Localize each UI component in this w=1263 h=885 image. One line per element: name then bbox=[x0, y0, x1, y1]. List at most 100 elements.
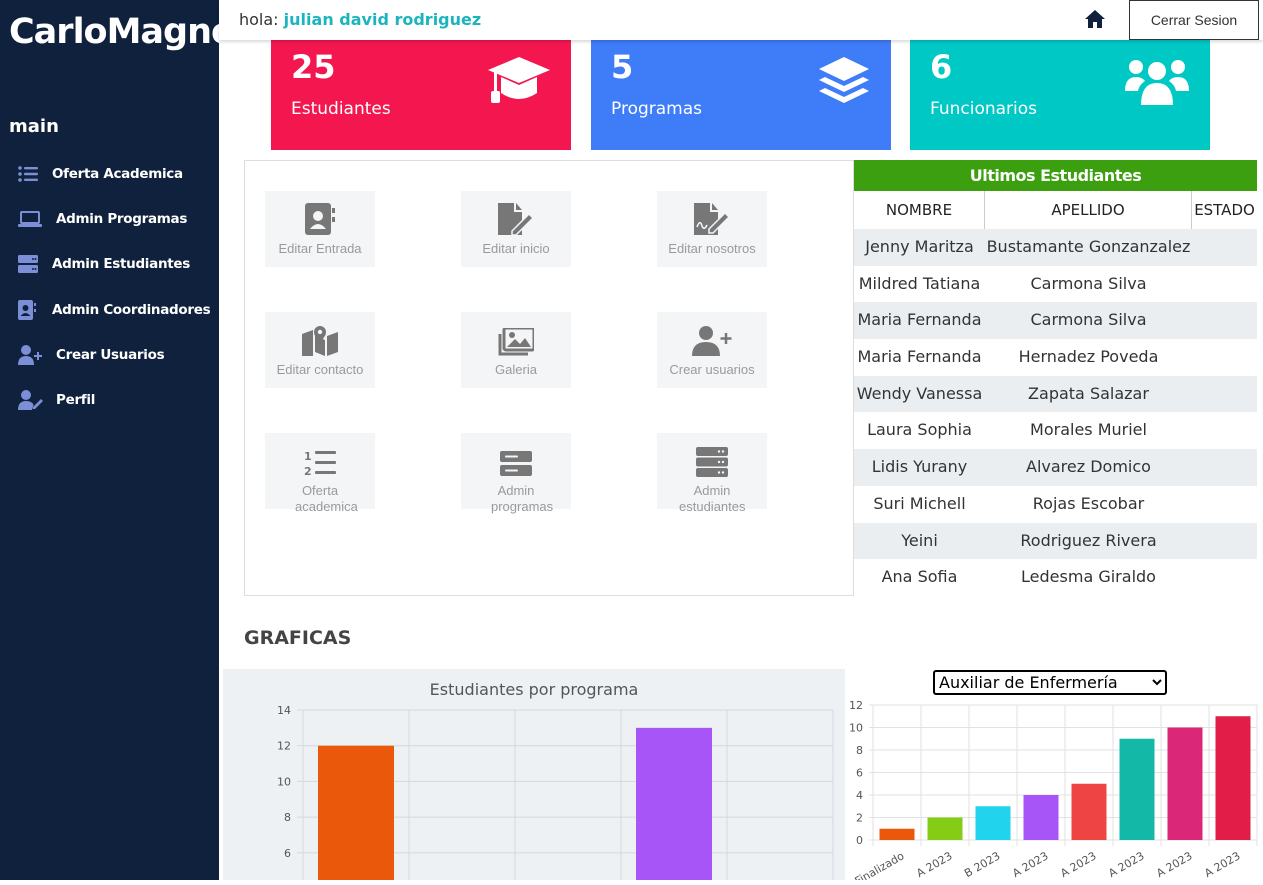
server-icon bbox=[18, 254, 44, 274]
x-tick-label: A 2023 bbox=[914, 849, 954, 880]
chart-title: Estudiantes por programa bbox=[430, 680, 639, 699]
y-tick-label: 0 bbox=[856, 834, 863, 847]
section-title-graficas: GRAFICAS bbox=[244, 627, 352, 649]
cell-apellido: Ledesma Giraldo bbox=[1021, 567, 1156, 587]
stat-label: Estudiantes bbox=[291, 99, 391, 119]
cell-apellido: Carmona Silva bbox=[1030, 273, 1147, 293]
stat-label: Programas bbox=[611, 99, 703, 119]
bar bbox=[1119, 738, 1155, 840]
greeting-label: hola: bbox=[239, 10, 279, 29]
cell-apellido: Zapata Salazar bbox=[1028, 383, 1149, 403]
tile-oferta-academica[interactable]: 12 Oferta academica bbox=[265, 433, 375, 514]
bar-chart: 024681012Finalizado A 2023 B 2023 A 2023 A 2… bbox=[849, 699, 1258, 885]
sidebar-item-oferta-academica[interactable]: Oferta Academica bbox=[18, 161, 183, 187]
tile-editar-inicio[interactable]: Editar inicio bbox=[461, 191, 571, 267]
program-select[interactable]: Auxiliar de Enfermería bbox=[933, 670, 1167, 695]
sidebar-item-label: Perfil bbox=[56, 392, 96, 408]
cell-apellido: Rodriguez Rivera bbox=[1020, 530, 1157, 550]
bar bbox=[927, 817, 963, 840]
y-tick-label: 12 bbox=[277, 740, 291, 753]
tile-label: Admin programas bbox=[491, 483, 554, 514]
map-marker-icon bbox=[265, 312, 375, 356]
cell-apellido: Rojas Escobar bbox=[1032, 493, 1145, 513]
users-icon bbox=[1124, 55, 1190, 112]
tile-label: Editar contacto bbox=[276, 362, 364, 377]
y-tick-label: 8 bbox=[284, 811, 291, 824]
address-book-icon bbox=[18, 300, 44, 320]
x-tick-label: B 2023 bbox=[962, 849, 1002, 880]
tile-galeria[interactable]: Galeria bbox=[461, 312, 571, 388]
stat-card-programas[interactable]: 5 Programas bbox=[591, 40, 891, 150]
sidebar-item-perfil[interactable]: Perfil bbox=[18, 387, 95, 413]
tile-editar-entrada[interactable]: Editar Entrada bbox=[265, 191, 375, 267]
bar bbox=[1215, 716, 1251, 840]
quick-actions-panel: Editar Entrada Editar inicio Editar noso… bbox=[244, 160, 854, 596]
column-header-apellido[interactable]: APELLIDO bbox=[985, 191, 1192, 229]
brand-logo[interactable]: CarloMagno bbox=[9, 12, 235, 52]
y-tick-label: 12 bbox=[849, 699, 863, 712]
bar bbox=[1167, 727, 1203, 840]
bar bbox=[318, 745, 394, 880]
x-tick-label: A 2023 bbox=[1106, 849, 1146, 880]
table-row: Suri Michell Rojas Escobar bbox=[854, 486, 1257, 523]
user-edit-icon bbox=[18, 390, 44, 410]
sidebar-item-admin-coordinadores[interactable]: Admin Coordinadores bbox=[18, 297, 211, 323]
server-icon bbox=[657, 433, 767, 477]
tile-editar-contacto[interactable]: Editar contacto bbox=[265, 312, 375, 388]
sidebar-item-crear-usuarios[interactable]: Crear Usuarios bbox=[18, 342, 165, 368]
sidebar-item-admin-programas[interactable]: Admin Programas bbox=[18, 206, 187, 232]
cell-nombre: Mildred Tatiana bbox=[858, 273, 981, 293]
tile-label: Oferta academica bbox=[295, 483, 358, 514]
table-row: Jenny Maritza Bustamante Gonzanzalez bbox=[854, 229, 1257, 266]
cell-nombre: Jenny Maritza bbox=[865, 237, 974, 256]
top-bar: hola: julian david rodriguez Cerrar Sesi… bbox=[219, 0, 1263, 40]
laptop-icon bbox=[18, 209, 44, 229]
bar-chart: Estudiantes por programa468101214 bbox=[277, 680, 834, 885]
list-icon bbox=[18, 164, 44, 184]
tile-crear-usuarios[interactable]: Crear usuarios bbox=[657, 312, 767, 388]
tile-label: Editar Entrada bbox=[278, 241, 362, 256]
tile-admin-programas[interactable]: Admin programas bbox=[461, 433, 571, 514]
tile-editar-nosotros[interactable]: Editar nosotros bbox=[657, 191, 767, 267]
y-tick-label: 10 bbox=[277, 775, 291, 788]
table-row: Mildred Tatiana Carmona Silva bbox=[854, 266, 1257, 303]
ordered-list-icon: 12 bbox=[265, 433, 375, 477]
cell-nombre: Maria Fernanda bbox=[857, 347, 982, 367]
students-table: Ultimos Estudiantes NOMBRE APELLIDO ESTA… bbox=[854, 160, 1257, 596]
column-header-nombre[interactable]: NOMBRE bbox=[854, 191, 985, 229]
tile-admin-estudiantes[interactable]: Admin estudiantes bbox=[657, 433, 767, 514]
bar bbox=[975, 806, 1011, 840]
server-icon bbox=[461, 433, 571, 477]
sidebar: CarloMagno main Oferta Academica Admin P… bbox=[0, 0, 235, 880]
logout-button[interactable]: Cerrar Sesion bbox=[1129, 0, 1259, 40]
y-tick-label: 2 bbox=[856, 812, 863, 825]
tile-label: Galeria bbox=[495, 362, 537, 377]
images-icon bbox=[461, 312, 571, 356]
sidebar-item-admin-estudiantes[interactable]: Admin Estudiantes bbox=[18, 251, 190, 277]
svg-text:2: 2 bbox=[304, 465, 312, 477]
bar bbox=[879, 828, 915, 840]
sidebar-item-label: Admin Coordinadores bbox=[52, 302, 211, 318]
bar bbox=[1023, 795, 1059, 840]
stat-card-funcionarios[interactable]: 6 Funcionarios bbox=[910, 40, 1210, 150]
cell-apellido: Carmona Silva bbox=[1030, 310, 1147, 330]
cell-nombre: Laura Sophia bbox=[867, 420, 972, 440]
stat-card-estudiantes[interactable]: 25 Estudiantes bbox=[271, 40, 571, 150]
cell-nombre: Wendy Vanessa bbox=[856, 383, 983, 403]
cell-apellido: Hernadez Poveda bbox=[1018, 347, 1159, 367]
file-edit-icon bbox=[461, 191, 571, 235]
cell-apellido: Alvarez Domico bbox=[1026, 457, 1151, 477]
cell-nombre: Lidis Yurany bbox=[871, 457, 968, 477]
greeting: hola: julian david rodriguez bbox=[239, 10, 481, 29]
cell-nombre: Suri Michell bbox=[873, 493, 966, 513]
column-header-estado[interactable]: ESTADO bbox=[1192, 191, 1257, 229]
bar bbox=[636, 727, 712, 880]
cell-nombre: Ana Sofia bbox=[881, 567, 958, 587]
y-tick-label: 10 bbox=[849, 722, 863, 735]
stat-label: Funcionarios bbox=[930, 99, 1038, 119]
sidebar-item-label: Oferta Academica bbox=[52, 166, 183, 182]
home-icon[interactable] bbox=[1084, 9, 1106, 34]
x-tick-label: A 2023 bbox=[1202, 849, 1242, 880]
table-row: Maria Fernanda Hernadez Poveda bbox=[854, 339, 1257, 376]
x-tick-label: A 2023 bbox=[1058, 849, 1098, 880]
